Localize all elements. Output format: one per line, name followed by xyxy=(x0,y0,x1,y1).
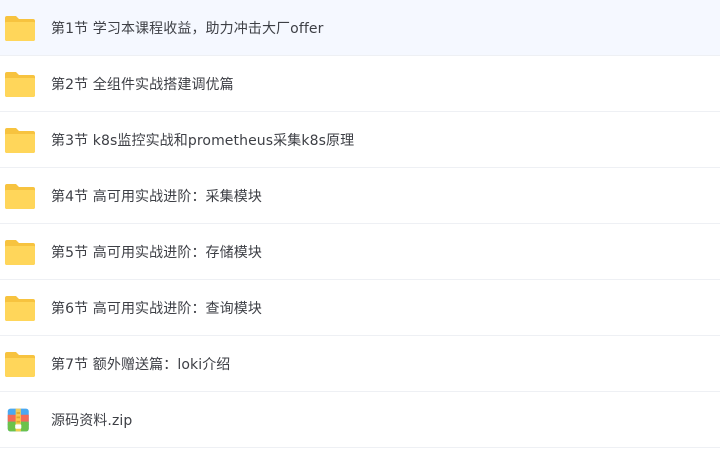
file-name: 第1节 学习本课程收益，助力冲击大厂offer xyxy=(51,20,324,37)
file-name: 第5节 高可用实战进阶：存储模块 xyxy=(51,244,262,261)
file-name: 源码资料.zip xyxy=(51,412,133,429)
folder-icon xyxy=(5,128,35,153)
file-list: 第1节 学习本课程收益，助力冲击大厂offer 第2节 全组件实战搭建调优篇 第… xyxy=(0,0,720,449)
file-name: 第3节 k8s监控实战和prometheus采集k8s原理 xyxy=(51,132,355,149)
folder-icon xyxy=(5,184,35,209)
folder-icon xyxy=(5,72,35,97)
folder-row-section-1[interactable]: 第1节 学习本课程收益，助力冲击大厂offer xyxy=(0,0,720,56)
folder-icon xyxy=(5,296,35,321)
folder-icon xyxy=(5,16,35,41)
folder-row-section-3[interactable]: 第3节 k8s监控实战和prometheus采集k8s原理 xyxy=(0,112,720,168)
folder-row-section-2[interactable]: 第2节 全组件实战搭建调优篇 xyxy=(0,56,720,112)
file-name: 第2节 全组件实战搭建调优篇 xyxy=(51,76,234,93)
file-name: 第4节 高可用实战进阶：采集模块 xyxy=(51,188,262,205)
folder-row-section-7[interactable]: 第7节 额外赠送篇：loki介绍 xyxy=(0,336,720,392)
file-name: 第7节 额外赠送篇：loki介绍 xyxy=(51,356,231,373)
folder-row-section-6[interactable]: 第6节 高可用实战进阶：查询模块 xyxy=(0,280,720,336)
folder-row-section-4[interactable]: 第4节 高可用实战进阶：采集模块 xyxy=(0,168,720,224)
file-name: 第6节 高可用实战进阶：查询模块 xyxy=(51,300,262,317)
folder-icon xyxy=(5,352,35,377)
folder-row-section-5[interactable]: 第5节 高可用实战进阶：存储模块 xyxy=(0,224,720,280)
zip-archive-icon xyxy=(7,408,29,432)
folder-icon xyxy=(5,240,35,265)
zip-row-source-materials[interactable]: 源码资料.zip xyxy=(0,392,720,448)
